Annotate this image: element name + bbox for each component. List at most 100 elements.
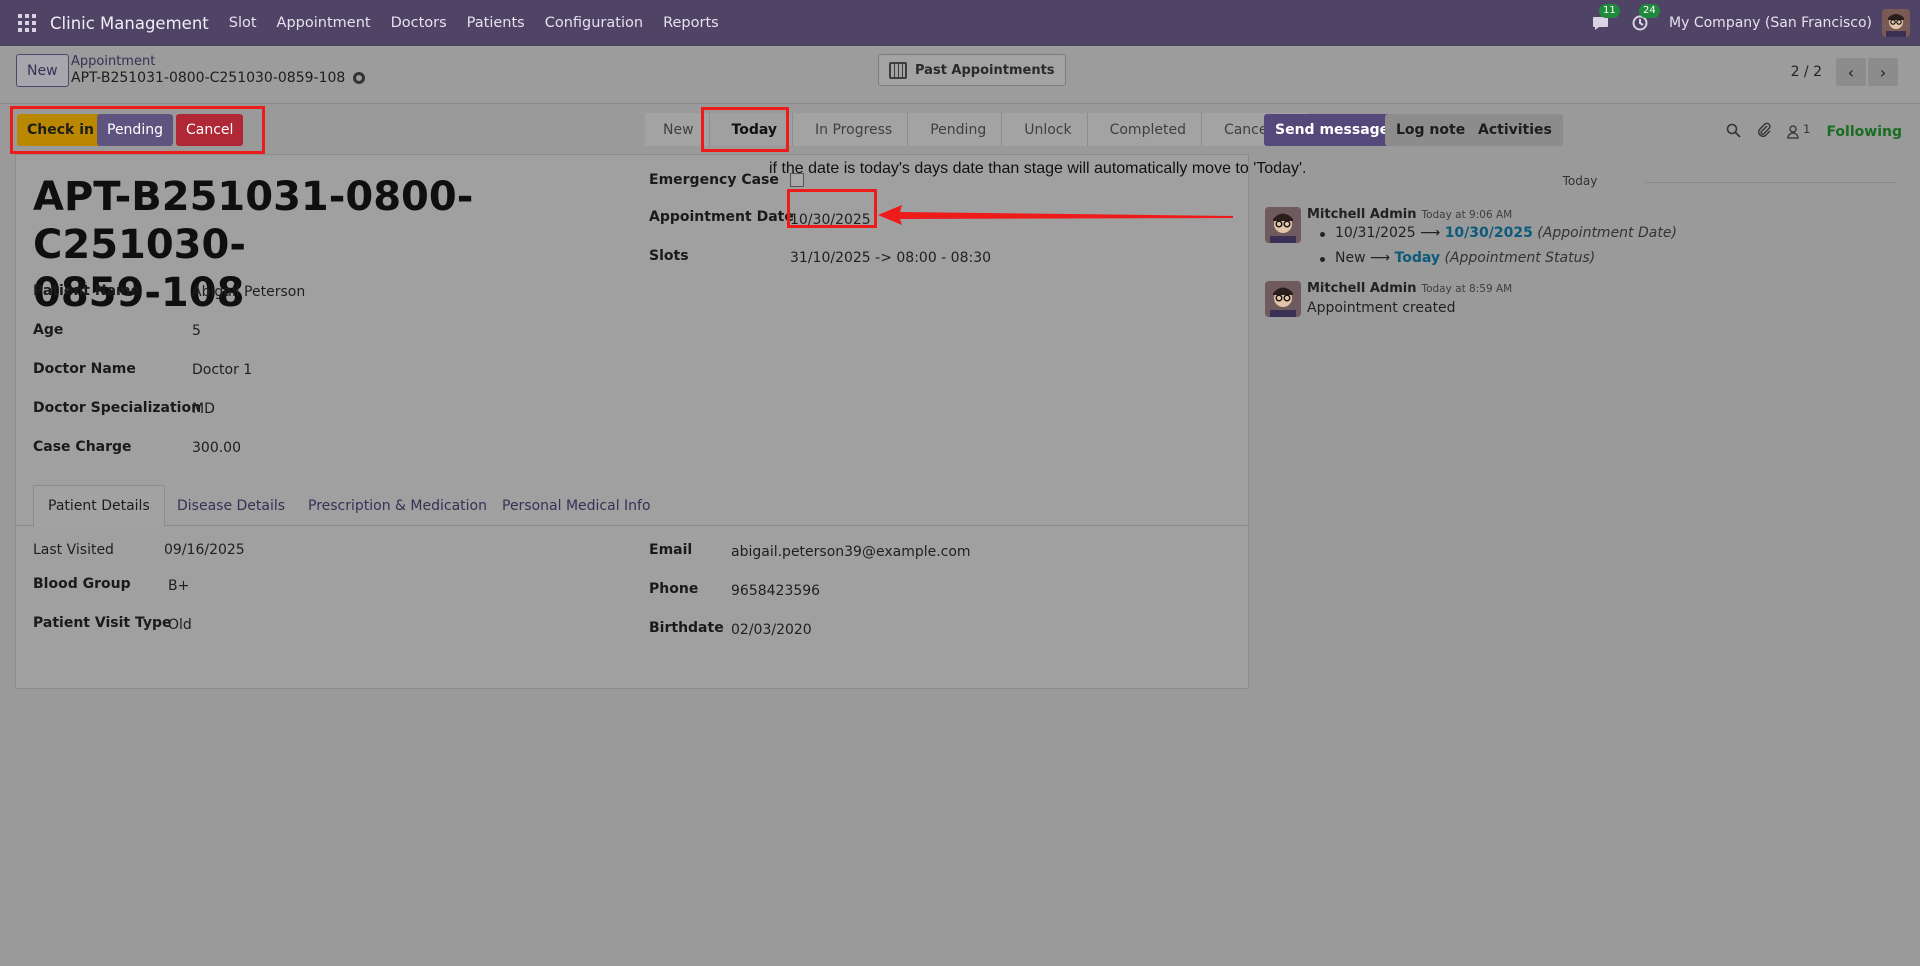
tracking-value-row: New ⟶ Today (Appointment Status) — [1319, 250, 1595, 266]
log-note-button[interactable]: Log note — [1385, 114, 1477, 146]
stage-completed[interactable]: Completed — [1087, 113, 1202, 146]
doctor-name-label: Doctor Name — [33, 361, 136, 377]
calendar-icon — [889, 61, 907, 79]
patient-name-field[interactable]: Abigail Peterson — [192, 284, 305, 300]
author-avatar[interactable] — [1265, 207, 1301, 243]
stage-pending[interactable]: Pending — [908, 113, 1003, 146]
last-visited-label: Last Visited — [33, 542, 114, 558]
chatter-message: Mitchell Admin Today at 8:59 AM Appointme… — [1265, 281, 1905, 321]
menu-item-appointment[interactable]: Appointment — [277, 15, 371, 31]
birthdate-label: Birthdate — [649, 620, 724, 636]
message-author: Mitchell Admin Today at 9:06 AM — [1307, 207, 1512, 222]
followers-user-icon[interactable]: 1 — [1786, 122, 1811, 143]
activities-button[interactable]: Activities — [1467, 114, 1563, 146]
patient-visit-type-field[interactable]: Old — [168, 617, 192, 633]
appointment-date-label: Appointment Date — [649, 209, 794, 225]
birthdate-field[interactable]: 02/03/2020 — [731, 622, 812, 638]
followers-count: 1 — [1803, 122, 1811, 136]
tracking-value-row: 10/31/2025 ⟶ 10/30/2025 (Appointment Dat… — [1320, 225, 1677, 241]
message-author-name[interactable]: Mitchell Admin — [1307, 281, 1416, 296]
blood-group-label: Blood Group — [33, 576, 131, 592]
slots-label: Slots — [649, 248, 689, 264]
breadcrumb-parent[interactable]: Appointment — [71, 54, 155, 69]
age-field[interactable]: 5 — [192, 323, 201, 339]
email-field[interactable]: abigail.peterson39@example.com — [731, 544, 971, 560]
menu-item-doctors[interactable]: Doctors — [391, 15, 447, 31]
top-navbar: Clinic Management Slot Appointment Docto… — [0, 0, 1920, 46]
doctor-specialization-field[interactable]: MD — [192, 401, 215, 417]
pager-next-button[interactable]: › — [1868, 58, 1898, 86]
status-row: Check in Pending Cancel New Today In Pro… — [0, 104, 1920, 154]
control-panel: New Appointment APT-B251031-0800-C251030… — [0, 46, 1920, 104]
highlight-box-appointment-date — [787, 189, 877, 228]
past-appointments-button[interactable]: Past Appointments — [878, 54, 1066, 86]
menu-item-configuration[interactable]: Configuration — [545, 15, 643, 31]
phone-label: Phone — [649, 581, 699, 597]
annotation-arrow — [878, 205, 1233, 225]
tracking-old-value: 10/31/2025 — [1335, 225, 1416, 241]
chatter-date-separator-label: Today — [1562, 174, 1598, 188]
chatter-tools: 1 Following — [1726, 122, 1902, 143]
tracking-old-value: New — [1335, 250, 1366, 266]
tab-disease-details[interactable]: Disease Details — [163, 485, 299, 526]
author-avatar[interactable] — [1265, 281, 1301, 317]
arrow-right-icon: ⟶ — [1370, 250, 1395, 266]
activities-clock-icon[interactable]: 24 — [1629, 4, 1660, 34]
menu-item-reports[interactable]: Reports — [663, 15, 719, 31]
emergency-case-label: Emergency Case — [649, 172, 779, 188]
company-switcher[interactable]: My Company (San Francisco) — [1669, 15, 1872, 31]
stage-unlock[interactable]: Unlock — [1002, 113, 1088, 146]
tracking-field-name: (Appointment Date) — [1537, 225, 1677, 241]
messages-count-badge: 11 — [1599, 4, 1620, 18]
stage-new[interactable]: New — [645, 113, 710, 146]
case-charge-label: Case Charge — [33, 439, 132, 455]
activities-count-badge: 24 — [1639, 4, 1660, 18]
patient-name-label: Patient Name — [33, 283, 141, 299]
message-author: Mitchell Admin Today at 8:59 AM — [1307, 281, 1512, 296]
new-record-button[interactable]: New — [16, 54, 69, 87]
pager-value[interactable]: 2 / 2 — [1791, 64, 1822, 80]
search-icon[interactable] — [1726, 123, 1741, 142]
app-brand[interactable]: Clinic Management — [50, 14, 209, 33]
annotation-text: if the date is today's days date than st… — [769, 160, 1307, 177]
breadcrumb-current-label: APT-B251031-0800-C251030-0859-108 — [71, 70, 346, 86]
highlight-box-actions — [10, 106, 265, 154]
highlight-box-today-stage — [701, 107, 789, 152]
send-message-button[interactable]: Send message — [1264, 114, 1401, 146]
last-visited-field[interactable]: 09/16/2025 — [164, 542, 245, 558]
doctor-name-field[interactable]: Doctor 1 — [192, 362, 252, 378]
stage-in-progress[interactable]: In Progress — [793, 113, 909, 146]
phone-field[interactable]: 9658423596 — [731, 583, 820, 599]
gear-icon[interactable] — [353, 72, 366, 84]
doctor-specialization-label: Doctor Specialization — [33, 400, 202, 416]
tracking-new-value: 10/30/2025 — [1444, 225, 1533, 241]
tab-prescription-medication[interactable]: Prescription & Medication — [294, 485, 501, 526]
tab-patient-details[interactable]: Patient Details — [33, 485, 165, 527]
patient-visit-type-label: Patient Visit Type — [33, 615, 172, 631]
apps-menu-icon[interactable] — [18, 14, 36, 32]
pager-previous-button[interactable]: ‹ — [1836, 58, 1866, 86]
messages-icon[interactable]: 11 — [1589, 4, 1620, 34]
age-label: Age — [33, 322, 64, 338]
navbar-systray: 11 24 My Company (San Francisco) — [1589, 0, 1920, 46]
message-time: Today at 9:06 AM — [1421, 209, 1513, 221]
following-toggle[interactable]: Following — [1826, 124, 1902, 140]
chatter-date-separator: Today — [1265, 174, 1895, 188]
paperclip-icon[interactable] — [1757, 122, 1771, 142]
tracking-new-value: Today — [1394, 250, 1441, 266]
menu-item-patients[interactable]: Patients — [467, 15, 525, 31]
breadcrumb-current: APT-B251031-0800-C251030-0859-108 — [71, 70, 366, 86]
record-title-line1: APT-B251031-0800-C251030- — [33, 174, 474, 268]
chatter-message: Mitchell Admin Today at 9:06 AM 10/31/202… — [1265, 207, 1905, 277]
main-menu: Slot Appointment Doctors Patients Config… — [229, 15, 739, 31]
message-time: Today at 8:59 AM — [1421, 283, 1513, 295]
menu-item-slot[interactable]: Slot — [229, 15, 257, 31]
tab-personal-medical-info[interactable]: Personal Medical Info — [488, 485, 665, 526]
case-charge-field[interactable]: 300.00 — [192, 440, 241, 456]
email-label: Email — [649, 542, 693, 558]
user-avatar[interactable] — [1882, 9, 1910, 37]
blood-group-field[interactable]: B+ — [168, 578, 189, 594]
message-author-name[interactable]: Mitchell Admin — [1307, 207, 1416, 222]
arrow-right-icon: ⟶ — [1420, 225, 1445, 241]
slots-field[interactable]: 31/10/2025 -> 08:00 - 08:30 — [790, 250, 991, 266]
